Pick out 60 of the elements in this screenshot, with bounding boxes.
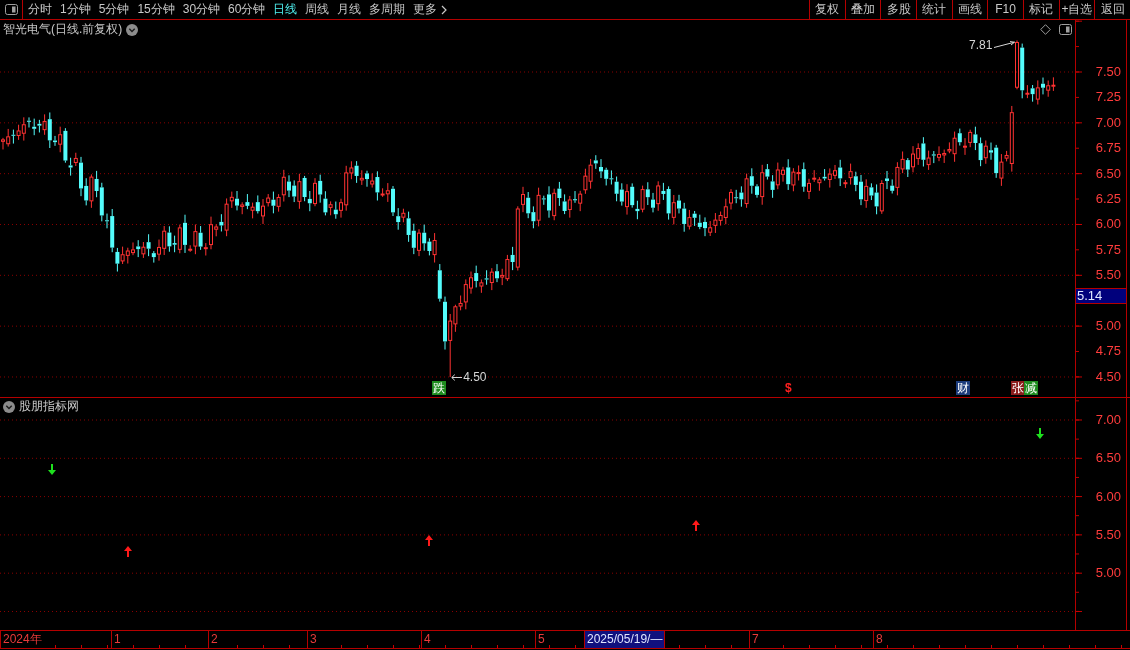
axis-label: 6.50 (1095, 166, 1121, 181)
axis-label: 5.00 (1095, 319, 1121, 334)
event-tag: 张 (1011, 381, 1025, 395)
dropdown-icon[interactable] (3, 400, 15, 413)
period-tab[interactable]: 分时 (24, 0, 56, 19)
period-tab[interactable]: 5分钟 (94, 0, 134, 19)
period-tab[interactable]: 多周期 (365, 0, 410, 19)
date-axis-label: 2024年 (0, 631, 42, 648)
axis-label: 7.50 (1095, 65, 1121, 79)
diamond-icon[interactable] (1040, 24, 1051, 35)
axis-label: 6.00 (1095, 489, 1121, 504)
event-tag: 财 (956, 381, 970, 395)
period-tab[interactable]: 日线 (269, 0, 302, 19)
down-arrow-icon (48, 464, 56, 475)
axis-label: 5.50 (1095, 527, 1121, 542)
date-axis-label: 5 (535, 631, 545, 648)
period-tab[interactable]: 60分钟 (224, 0, 270, 19)
event-tag: 跌 (432, 381, 446, 395)
axis-label: 7.25 (1095, 90, 1121, 105)
more-button[interactable]: 更多 (409, 0, 452, 19)
low-price-label: 4.50 (463, 370, 487, 384)
period-tab[interactable]: 月线 (333, 0, 366, 19)
toolbar-button[interactable]: +自选 (1058, 0, 1095, 19)
date-axis-label: 1 (111, 631, 121, 648)
axis-label: 7.00 (1095, 115, 1121, 130)
date-axis-label: 2 (208, 631, 218, 648)
axis-label: 4.75 (1095, 344, 1121, 359)
axis-label: 6.00 (1095, 217, 1121, 232)
axis-label: 5.50 (1095, 268, 1121, 283)
period-tab[interactable]: 30分钟 (178, 0, 225, 19)
axis-label: 4.50 (1095, 369, 1121, 384)
event-symbol: $ (784, 381, 793, 395)
panel-layout-icon[interactable] (1059, 24, 1072, 35)
period-tab[interactable]: 15分钟 (133, 0, 179, 19)
up-arrow-icon (692, 520, 700, 531)
period-tab[interactable]: 1分钟 (56, 0, 95, 19)
axis-label: 7.00 (1095, 413, 1121, 427)
leader-line (451, 373, 463, 381)
axis-label: 5.75 (1095, 242, 1121, 257)
axis-label: 6.50 (1095, 451, 1121, 466)
date-axis-label: 7 (749, 631, 759, 648)
date-axis-label: 3 (307, 631, 317, 648)
up-arrow-icon (124, 546, 132, 557)
date-axis-label: 4 (421, 631, 431, 648)
chart-title: 智光电气(日线.前复权) (3, 22, 123, 37)
period-tab[interactable]: 周线 (301, 0, 334, 19)
chevron-right-icon (441, 4, 448, 15)
cursor-date-tag: 2025/05/19/— (584, 631, 666, 648)
event-tag: 减 (1024, 381, 1038, 395)
down-arrow-icon (1036, 428, 1044, 439)
axis-label: 5.00 (1095, 566, 1121, 581)
axis-label: 6.75 (1095, 141, 1121, 156)
dropdown-icon[interactable] (126, 23, 139, 36)
panel-layout-icon (4, 4, 18, 15)
indicator-title: 股朋指标网 (19, 399, 79, 414)
axis-label: 6.25 (1095, 192, 1121, 207)
cursor-price-tag: 5.14 (1076, 287, 1126, 304)
up-arrow-icon (425, 535, 433, 546)
leader-line (993, 41, 1017, 50)
date-axis-label: 8 (873, 631, 883, 648)
